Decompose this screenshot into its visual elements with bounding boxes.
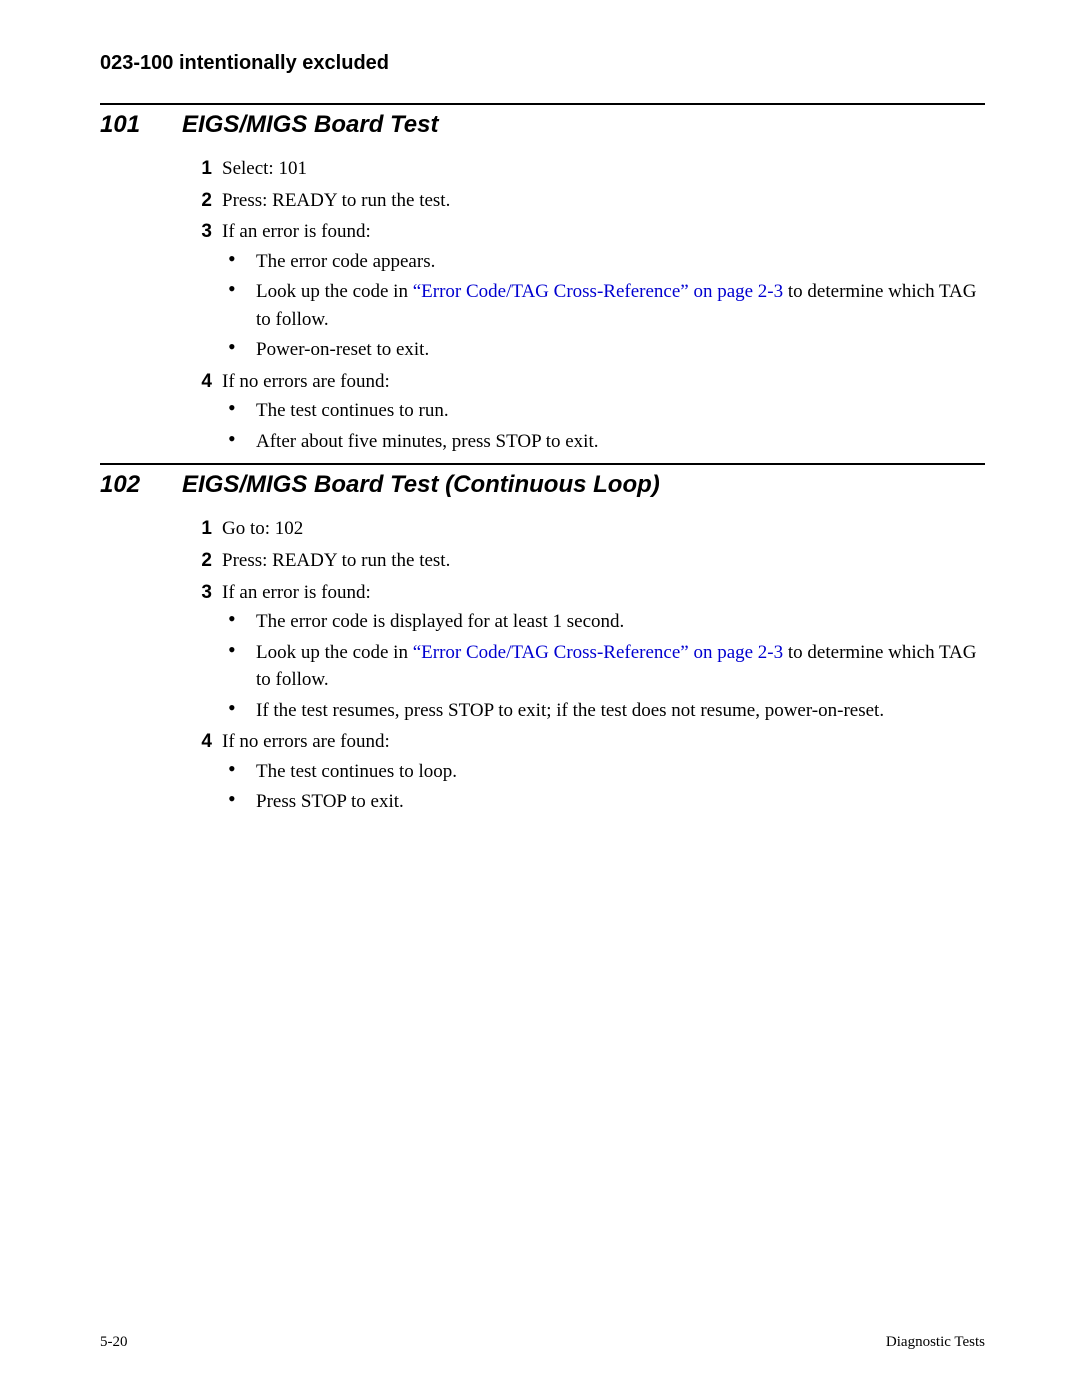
cross-reference-link[interactable]: “Error Code/TAG Cross-Reference” on page… — [413, 642, 783, 663]
bullet-item: Look up the code in “Error Code/TAG Cros… — [222, 278, 985, 333]
section-title: EIGS/MIGS Board Test (Continuous Loop) — [182, 471, 660, 499]
cross-reference-link[interactable]: “Error Code/TAG Cross-Reference” on page… — [413, 281, 783, 302]
section-rule — [100, 463, 985, 465]
step-text: If no errors are found: — [222, 731, 390, 752]
section-body: Go to: 102 Press: READY to run the test.… — [182, 515, 985, 815]
step-text: If an error is found: — [222, 221, 371, 242]
section-heading: 102 EIGS/MIGS Board Test (Continuous Loo… — [100, 471, 985, 499]
step-item: Select: 101 — [182, 155, 985, 183]
section-number: 101 — [100, 111, 182, 139]
bullet-text-pre: Look up the code in — [256, 281, 413, 302]
step-item: Press: READY to run the test. — [182, 547, 985, 575]
bullet-item: Look up the code in “Error Code/TAG Cros… — [222, 639, 985, 694]
step-item: If no errors are found: The test continu… — [182, 728, 985, 816]
bullet-list: The test continues to loop. Press STOP t… — [222, 758, 985, 816]
bullet-text: If the test resumes, press STOP to exit;… — [256, 700, 884, 721]
section-number: 102 — [100, 471, 182, 499]
step-item: Go to: 102 — [182, 515, 985, 543]
bullet-item: The test continues to run. — [222, 397, 985, 425]
step-item: If no errors are found: The test continu… — [182, 368, 985, 456]
page: 023-100 intentionally excluded 101 EIGS/… — [0, 0, 1080, 816]
bullet-item: Press STOP to exit. — [222, 788, 985, 816]
section-body: Select: 101 Press: READY to run the test… — [182, 155, 985, 455]
step-text: If no errors are found: — [222, 371, 390, 392]
step-text: Select: 101 — [222, 158, 307, 179]
footer-chapter-title: Diagnostic Tests — [886, 1334, 985, 1351]
step-text: Press: READY to run the test. — [222, 190, 450, 211]
footer-page-number: 5-20 — [100, 1334, 128, 1351]
bullet-text-pre: Look up the code in — [256, 642, 413, 663]
bullet-item: After about five minutes, press STOP to … — [222, 428, 985, 456]
bullet-item: The error code is displayed for at least… — [222, 608, 985, 636]
section-title: EIGS/MIGS Board Test — [182, 111, 439, 139]
step-list: Select: 101 Press: READY to run the test… — [182, 155, 985, 455]
bullet-list: The error code is displayed for at least… — [222, 608, 985, 724]
bullet-text: Power-on-reset to exit. — [256, 339, 429, 360]
bullet-item: The test continues to loop. — [222, 758, 985, 786]
step-item: If an error is found: The error code is … — [182, 579, 985, 725]
step-list: Go to: 102 Press: READY to run the test.… — [182, 515, 985, 815]
bullet-list: The error code appears. Look up the code… — [222, 248, 985, 364]
bullet-item: Power-on-reset to exit. — [222, 336, 985, 364]
section-heading: 101 EIGS/MIGS Board Test — [100, 111, 985, 139]
step-text: Go to: 102 — [222, 518, 303, 539]
step-item: Press: READY to run the test. — [182, 187, 985, 215]
excluded-note: 023-100 intentionally excluded — [100, 52, 985, 75]
bullet-text: The test continues to run. — [256, 400, 449, 421]
bullet-text: After about five minutes, press STOP to … — [256, 431, 598, 452]
step-item: If an error is found: The error code app… — [182, 218, 985, 364]
bullet-text: The error code appears. — [256, 251, 435, 272]
step-text: If an error is found: — [222, 582, 371, 603]
section-rule — [100, 103, 985, 105]
bullet-item: The error code appears. — [222, 248, 985, 276]
bullet-text: The error code is displayed for at least… — [256, 611, 624, 632]
bullet-text: Press STOP to exit. — [256, 791, 404, 812]
section-102: 102 EIGS/MIGS Board Test (Continuous Loo… — [100, 463, 985, 815]
bullet-item: If the test resumes, press STOP to exit;… — [222, 697, 985, 725]
section-101: 101 EIGS/MIGS Board Test Select: 101 Pre… — [100, 103, 985, 455]
page-footer: 5-20 Diagnostic Tests — [100, 1334, 985, 1351]
bullet-list: The test continues to run. After about f… — [222, 397, 985, 455]
bullet-text: The test continues to loop. — [256, 761, 457, 782]
step-text: Press: READY to run the test. — [222, 550, 450, 571]
